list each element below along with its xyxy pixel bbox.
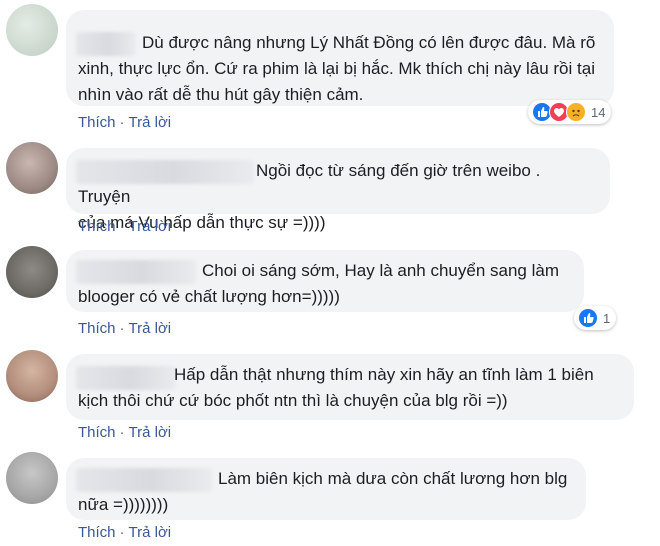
comment-text: Hấp dẫn thật nhưng thím này xin hãy an t…: [78, 365, 594, 410]
comment-actions: Thích · Trả lời: [78, 320, 171, 337]
reply-link[interactable]: Trả lời: [129, 320, 172, 337]
avatar[interactable]: [6, 4, 58, 56]
comment-bubble: Dù được nâng nhưng Lý Nhất Đồng có lên đ…: [66, 10, 614, 106]
comment-text: Dù được nâng nhưng Lý Nhất Đồng có lên đ…: [78, 33, 596, 104]
reply-link[interactable]: Trả lời: [129, 218, 172, 235]
like-link[interactable]: Thích: [78, 114, 116, 131]
comment-bubble: Choi oi sáng sớm, Hay là anh chuyển sang…: [66, 250, 584, 312]
reaction-summary[interactable]: 1: [574, 306, 617, 330]
separator-dot: ·: [119, 424, 125, 441]
avatar[interactable]: [6, 452, 58, 504]
reply-link[interactable]: Trả lời: [129, 114, 172, 131]
separator-dot: ·: [119, 114, 125, 131]
like-link[interactable]: Thích: [78, 320, 116, 337]
reaction-summary[interactable]: 14: [528, 100, 612, 124]
comment-3: Choi oi sáng sớm, Hay là anh chuyển sang…: [0, 244, 660, 344]
reply-link[interactable]: Trả lời: [129, 424, 172, 441]
avatar[interactable]: [6, 246, 58, 298]
comment-text: Choi oi sáng sớm, Hay là anh chuyển sang…: [78, 261, 559, 306]
separator-dot: ·: [119, 524, 125, 541]
separator-dot: ·: [119, 218, 125, 235]
reaction-count: 1: [603, 310, 611, 326]
comment-actions: Thích · Trả lời: [78, 524, 171, 541]
avatar[interactable]: [6, 350, 58, 402]
sad-reaction-icon: [566, 102, 586, 122]
reply-link[interactable]: Trả lời: [129, 524, 172, 541]
comment-text: Làm biên kịch mà dưa còn chất lương hơn …: [78, 469, 568, 514]
comment-2: Ngồi đọc từ sáng đến giờ trên weibo . Tr…: [0, 140, 660, 240]
avatar[interactable]: [6, 142, 58, 194]
like-link[interactable]: Thích: [78, 524, 116, 541]
comment-bubble: Làm biên kịch mà dưa còn chất lương hơn …: [66, 458, 586, 520]
comment-actions: Thích · Trả lời: [78, 424, 171, 441]
comment-bubble: Hấp dẫn thật nhưng thím này xin hãy an t…: [66, 354, 634, 420]
comment-4: Hấp dẫn thật nhưng thím này xin hãy an t…: [0, 344, 660, 444]
like-link[interactable]: Thích: [78, 424, 116, 441]
like-reaction-icon: [578, 308, 598, 328]
comment-actions: Thích · Trả lời: [78, 114, 171, 131]
separator-dot: ·: [119, 320, 125, 337]
comment-1: Dù được nâng nhưng Lý Nhất Đồng có lên đ…: [0, 0, 660, 140]
reaction-count: 14: [591, 104, 606, 120]
comment-actions: Thích · Trả lời: [78, 218, 171, 235]
comment-bubble: Ngồi đọc từ sáng đến giờ trên weibo . Tr…: [66, 148, 610, 232]
comment-5: Làm biên kịch mà dưa còn chất lương hơn …: [0, 448, 660, 546]
like-link[interactable]: Thích: [78, 218, 116, 235]
